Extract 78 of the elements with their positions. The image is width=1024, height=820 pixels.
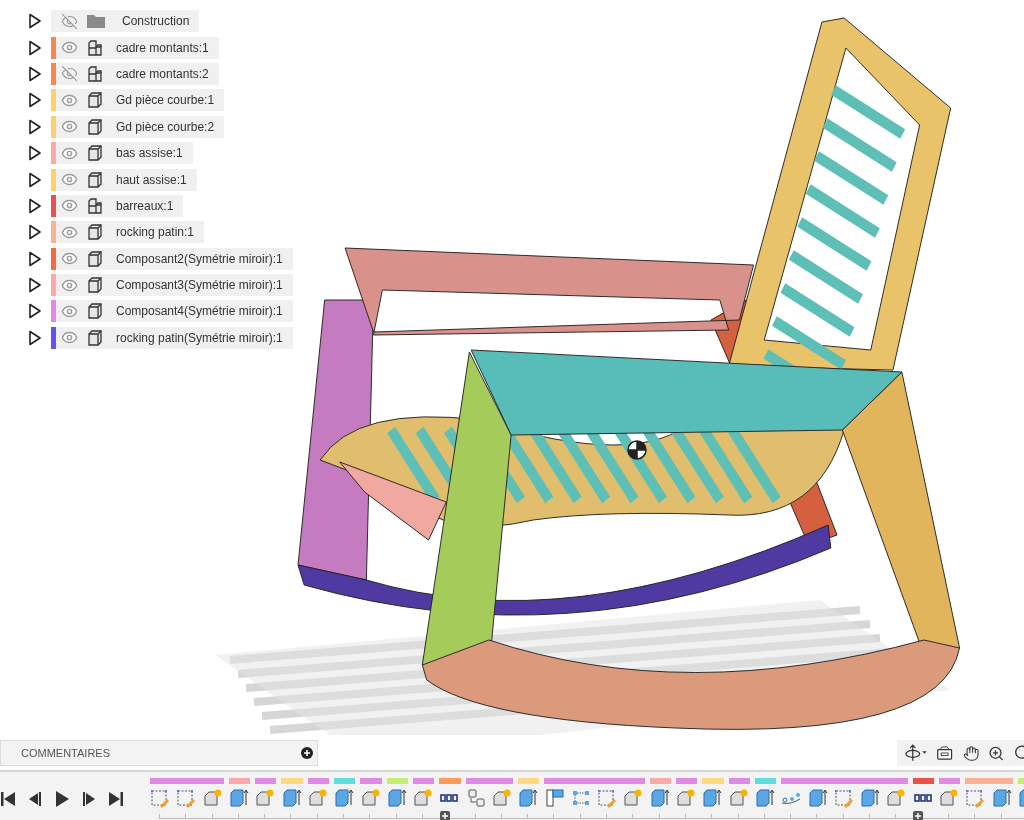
expand-toggle[interactable] — [28, 171, 42, 188]
browser-item[interactable]: Composant2(Symétrie miroir):1 — [51, 247, 293, 270]
body-icon — [86, 144, 104, 163]
expand-toggle[interactable] — [28, 329, 42, 346]
extrude-icon[interactable] — [754, 788, 775, 808]
split-icon[interactable] — [544, 788, 565, 808]
fit-icon[interactable] — [1013, 744, 1024, 762]
first-step-icon[interactable] — [0, 790, 16, 808]
browser-item[interactable]: Composant3(Symétrie miroir):1 — [51, 274, 293, 297]
comments-title: COMMENTAIRES — [21, 747, 111, 759]
component-icon[interactable] — [492, 788, 512, 808]
body-icon — [86, 170, 104, 189]
component-icon[interactable] — [886, 788, 907, 808]
extrude-icon[interactable] — [860, 788, 881, 808]
extrude-icon[interactable] — [386, 788, 407, 808]
expand-toggle[interactable] — [28, 250, 42, 267]
browser-item[interactable]: rocking patin(Symétrie miroir):1 — [51, 326, 293, 349]
extrude-icon[interactable] — [649, 788, 670, 808]
play-icon[interactable] — [54, 790, 70, 808]
component-icon[interactable] — [413, 788, 434, 808]
expand-toggle[interactable] — [28, 224, 42, 241]
add-icon[interactable] — [301, 747, 313, 759]
component-icon[interactable] — [307, 788, 328, 808]
expand-toggle[interactable] — [28, 118, 42, 135]
orbit-icon[interactable] — [905, 743, 928, 763]
assembly-icon — [86, 38, 104, 57]
folder-icon — [86, 13, 106, 30]
component-icon[interactable] — [676, 788, 697, 808]
extrude-icon[interactable] — [991, 788, 1012, 808]
pan-hand-icon[interactable] — [962, 743, 980, 763]
body-icon — [86, 276, 104, 295]
body-icon — [86, 302, 104, 321]
pivot-icon — [627, 440, 647, 460]
copy-icon[interactable] — [465, 788, 486, 808]
body-icon — [86, 91, 104, 110]
expand-toggle[interactable] — [28, 39, 42, 56]
expand-toggle[interactable] — [28, 197, 42, 214]
expand-toggle[interactable] — [28, 145, 42, 162]
extrude-icon[interactable] — [229, 788, 250, 808]
visibility-icon[interactable] — [61, 303, 78, 320]
expand-toggle[interactable] — [28, 92, 42, 109]
browser-item[interactable]: cadre montants:2 — [51, 62, 219, 85]
camera-icon[interactable] — [936, 744, 954, 762]
browser-item[interactable]: Gd pièce courbe:1 — [51, 89, 225, 112]
expand-toggle[interactable] — [28, 65, 42, 82]
assembly-icon — [86, 196, 104, 215]
marker-icon[interactable] — [913, 811, 923, 820]
extrude-icon[interactable] — [281, 788, 302, 808]
component-icon[interactable] — [728, 788, 749, 808]
browser-item[interactable]: Gd pièce courbe:2 — [51, 115, 225, 138]
browser-item[interactable]: Composant4(Symétrie miroir):1 — [51, 300, 293, 323]
browser-item[interactable]: barreaux:1 — [51, 194, 184, 217]
extrude-icon[interactable] — [807, 788, 828, 808]
component-icon[interactable] — [255, 788, 276, 808]
marker-icon[interactable] — [440, 811, 450, 820]
body-icon — [86, 117, 104, 136]
body-icon — [86, 249, 104, 268]
component-icon[interactable] — [623, 788, 644, 808]
expand-toggle[interactable] — [28, 13, 42, 30]
expand-toggle[interactable] — [28, 277, 42, 294]
browser-item[interactable]: Construction — [51, 10, 200, 33]
extrude-icon[interactable] — [702, 788, 723, 808]
browser-item[interactable]: cadre montants:1 — [51, 36, 219, 59]
component-icon[interactable] — [939, 788, 960, 808]
last-step-icon[interactable] — [108, 790, 124, 808]
next-step-icon[interactable] — [81, 790, 97, 808]
assembly-icon — [86, 64, 104, 83]
body-icon — [86, 223, 104, 242]
extrude-icon[interactable] — [518, 788, 539, 808]
browser-item[interactable]: bas assise:1 — [51, 142, 193, 165]
body-icon — [86, 328, 104, 347]
browser-item[interactable]: haut assise:1 — [51, 168, 197, 191]
previous-step-icon[interactable] — [27, 790, 43, 808]
browser-item[interactable]: rocking patin:1 — [51, 221, 205, 244]
expand-toggle[interactable] — [28, 303, 42, 320]
component-icon[interactable] — [360, 788, 381, 808]
extrude-icon[interactable] — [334, 788, 355, 808]
component-icon[interactable] — [202, 788, 223, 808]
